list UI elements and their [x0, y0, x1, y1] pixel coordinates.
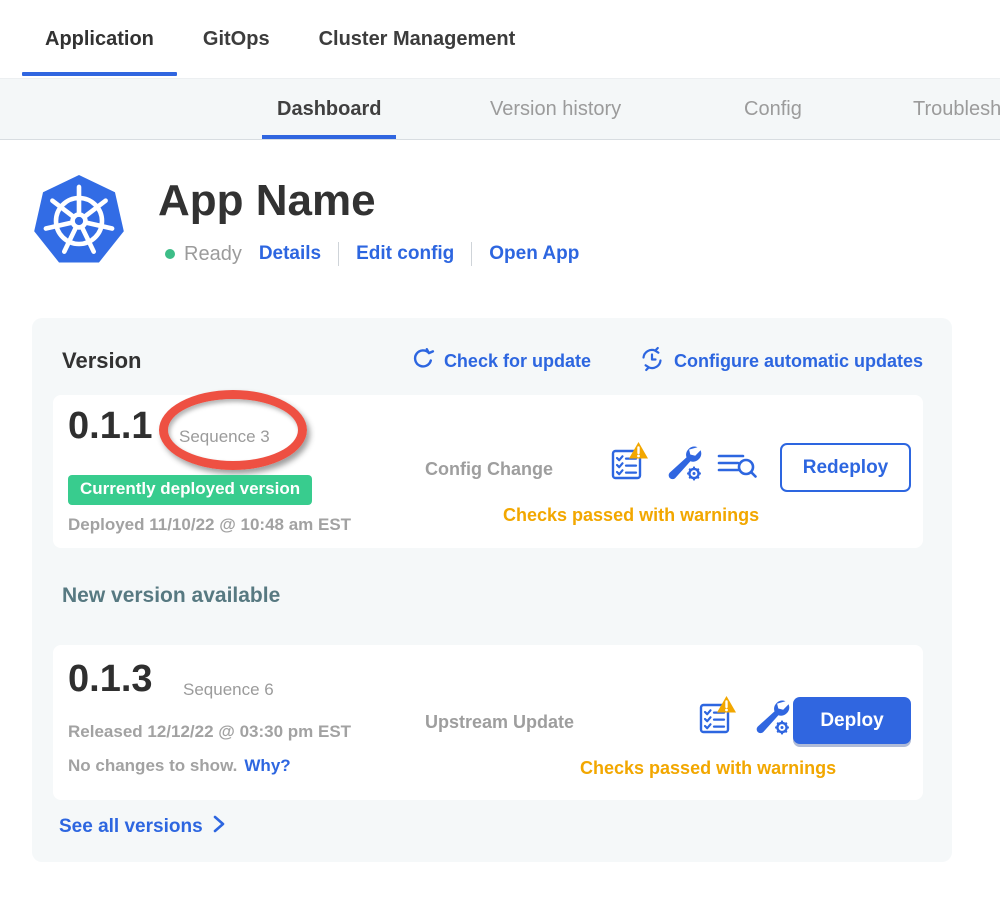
tab-troubleshoot[interactable]: Troubleshoot: [898, 79, 1000, 139]
tab-label: Dashboard: [277, 98, 381, 121]
chevron-right-icon: [213, 815, 225, 839]
ready-status-dot-icon: [165, 249, 175, 259]
scheduled-refresh-icon: [639, 346, 665, 377]
tab-version-history[interactable]: Version history: [475, 79, 636, 139]
see-all-versions-link[interactable]: See all versions: [59, 815, 225, 839]
new-version-number: 0.1.3: [68, 658, 153, 701]
version-card-actions: Check for update Configure automatic upd…: [411, 346, 923, 377]
released-timestamp: Released 12/12/22 @ 03:30 pm EST: [68, 722, 351, 742]
checks-status-text: Checks passed with warnings: [580, 758, 836, 779]
configure-automatic-updates-label: Configure automatic updates: [674, 351, 923, 372]
nav-item-label: GitOps: [203, 28, 270, 51]
preflight-checklist-warning-icon[interactable]: [697, 695, 737, 740]
tab-dashboard[interactable]: Dashboard: [262, 79, 396, 139]
version-card-title: Version: [62, 348, 141, 374]
open-app-link[interactable]: Open App: [489, 243, 579, 265]
current-version-number: 0.1.1: [68, 405, 153, 448]
nav-item-application[interactable]: Application: [22, 0, 177, 78]
diff-summary-row: No changes to show. Why?: [68, 756, 291, 776]
wrench-gear-icon[interactable]: [752, 697, 790, 740]
deploy-button[interactable]: Deploy: [793, 697, 911, 744]
new-sequence-label: Sequence 6: [183, 680, 274, 700]
currently-deployed-badge: Currently deployed version: [68, 475, 312, 505]
preflight-checklist-warning-icon[interactable]: [609, 441, 649, 486]
checks-status-text: Checks passed with warnings: [503, 505, 759, 526]
active-tab-underline: [262, 135, 396, 139]
active-nav-underline: [22, 72, 177, 76]
nav-item-label: Cluster Management: [319, 28, 516, 51]
current-version-icons: [609, 441, 757, 486]
version-source-label: Upstream Update: [425, 712, 574, 733]
why-link[interactable]: Why?: [244, 756, 290, 776]
app-status-row: Ready Details Edit config Open App: [165, 242, 579, 266]
check-for-update-link[interactable]: Check for update: [411, 347, 591, 376]
redeploy-button[interactable]: Redeploy: [780, 443, 911, 492]
tab-label: Version history: [490, 98, 621, 121]
see-all-versions-label: See all versions: [59, 816, 203, 838]
page-title: App Name: [158, 176, 376, 226]
kubernetes-logo-icon: [33, 172, 125, 270]
check-for-update-label: Check for update: [444, 351, 591, 372]
configure-automatic-updates-link[interactable]: Configure automatic updates: [639, 346, 923, 377]
tab-config[interactable]: Config: [729, 79, 817, 139]
release-notes-search-icon[interactable]: [717, 449, 757, 486]
status-text: Ready: [184, 243, 242, 266]
divider: [471, 242, 472, 266]
top-nav: Application GitOps Cluster Management: [0, 0, 1000, 78]
current-version-row: 0.1.1 Sequence 3 Currently deployed vers…: [53, 395, 923, 548]
details-link[interactable]: Details: [259, 243, 321, 265]
tab-label: Config: [744, 98, 802, 121]
nav-item-cluster-management[interactable]: Cluster Management: [296, 0, 539, 78]
version-source-label: Config Change: [425, 459, 553, 480]
diff-summary-text: No changes to show.: [68, 756, 237, 776]
current-sequence-label: Sequence 3: [179, 427, 270, 447]
tab-label: Troubleshoot: [913, 98, 1000, 121]
version-card: Version Check for update: [32, 318, 952, 862]
divider: [338, 242, 339, 266]
nav-item-gitops[interactable]: GitOps: [180, 0, 293, 78]
nav-item-label: Application: [45, 28, 154, 51]
new-version-row: 0.1.3 Sequence 6 Released 12/12/22 @ 03:…: [53, 645, 923, 800]
new-version-icons: [697, 695, 790, 740]
wrench-gear-icon[interactable]: [664, 443, 702, 486]
refresh-icon: [411, 347, 435, 376]
new-version-heading: New version available: [62, 584, 280, 608]
tab-bar: Dashboard Version history Config Trouble…: [0, 78, 1000, 140]
page: Application GitOps Cluster Management Da…: [0, 0, 1000, 898]
edit-config-link[interactable]: Edit config: [356, 243, 454, 265]
deployed-timestamp: Deployed 11/10/22 @ 10:48 am EST: [68, 515, 351, 535]
